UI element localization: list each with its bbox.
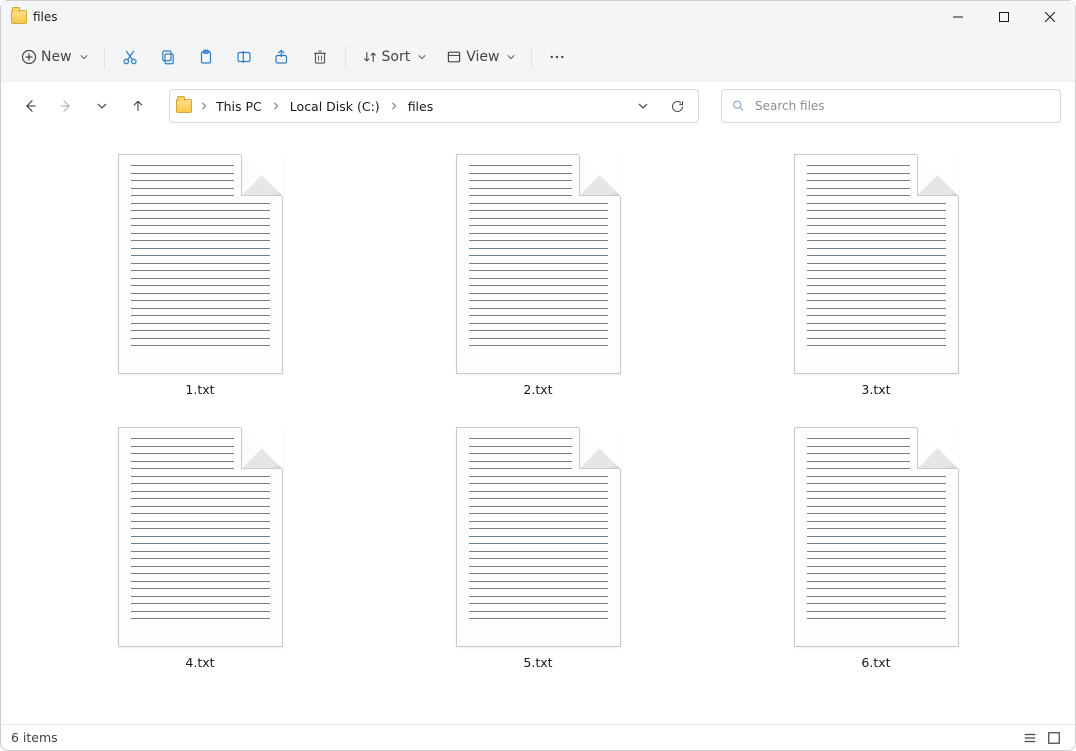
share-button[interactable] (263, 39, 301, 75)
up-button[interactable] (123, 91, 153, 121)
folder-icon (11, 10, 27, 24)
address-bar[interactable]: This PC Local Disk (C:) files (169, 89, 699, 123)
text-file-icon (794, 154, 959, 374)
folder-icon (176, 99, 192, 113)
forward-button[interactable] (51, 91, 81, 121)
chevron-right-icon (388, 102, 400, 110)
titlebar: files (1, 1, 1075, 33)
view-label: View (466, 49, 499, 65)
history-dropdown-button[interactable] (628, 91, 658, 121)
text-file-icon (456, 154, 621, 374)
file-name: 6.txt (861, 655, 890, 670)
window-title: files (33, 10, 935, 24)
chevron-right-icon (270, 102, 282, 110)
file-grid[interactable]: 1.txt 2.txt 3.txt 4.txt 5.txt 6.txt (1, 130, 1075, 724)
maximize-button[interactable] (981, 1, 1027, 33)
search-input[interactable] (755, 99, 1050, 113)
file-name: 5.txt (523, 655, 552, 670)
new-button[interactable]: New (11, 39, 98, 75)
toolbar: New Sort View (1, 33, 1075, 81)
file-item[interactable]: 1.txt (118, 154, 283, 397)
item-count: 6 items (11, 730, 58, 745)
back-button[interactable] (15, 91, 45, 121)
text-file-icon (794, 427, 959, 647)
file-name: 2.txt (523, 382, 552, 397)
file-item[interactable]: 4.txt (118, 427, 283, 670)
more-button[interactable] (538, 39, 576, 75)
text-file-icon (456, 427, 621, 647)
file-item[interactable]: 6.txt (794, 427, 959, 670)
refresh-button[interactable] (662, 91, 692, 121)
view-button[interactable]: View (436, 39, 525, 75)
text-file-icon (118, 427, 283, 647)
paste-button[interactable] (187, 39, 225, 75)
file-item[interactable]: 5.txt (456, 427, 621, 670)
text-file-icon (118, 154, 283, 374)
sort-button[interactable]: Sort (352, 39, 437, 75)
chevron-right-icon (200, 102, 208, 110)
file-item[interactable]: 2.txt (456, 154, 621, 397)
breadcrumb[interactable]: Local Disk (C:) (286, 97, 384, 116)
copy-button[interactable] (149, 39, 187, 75)
search-icon (732, 99, 745, 113)
details-view-button[interactable] (1019, 728, 1041, 748)
search-box[interactable] (721, 89, 1061, 123)
file-name: 3.txt (861, 382, 890, 397)
chevron-down-icon (80, 53, 88, 61)
chevron-down-icon (507, 53, 515, 61)
rename-button[interactable] (225, 39, 263, 75)
delete-button[interactable] (301, 39, 339, 75)
recent-button[interactable] (87, 91, 117, 121)
nav-row: This PC Local Disk (C:) files (1, 82, 1075, 130)
sort-label: Sort (382, 49, 411, 65)
cut-button[interactable] (111, 39, 149, 75)
status-bar: 6 items (1, 724, 1075, 750)
breadcrumb[interactable]: files (404, 97, 438, 116)
close-button[interactable] (1027, 1, 1073, 33)
file-item[interactable]: 3.txt (794, 154, 959, 397)
file-name: 1.txt (185, 382, 214, 397)
new-label: New (41, 49, 72, 65)
breadcrumb[interactable]: This PC (212, 97, 266, 116)
thumbnails-view-button[interactable] (1043, 728, 1065, 748)
minimize-button[interactable] (935, 1, 981, 33)
chevron-down-icon (418, 53, 426, 61)
file-name: 4.txt (185, 655, 214, 670)
